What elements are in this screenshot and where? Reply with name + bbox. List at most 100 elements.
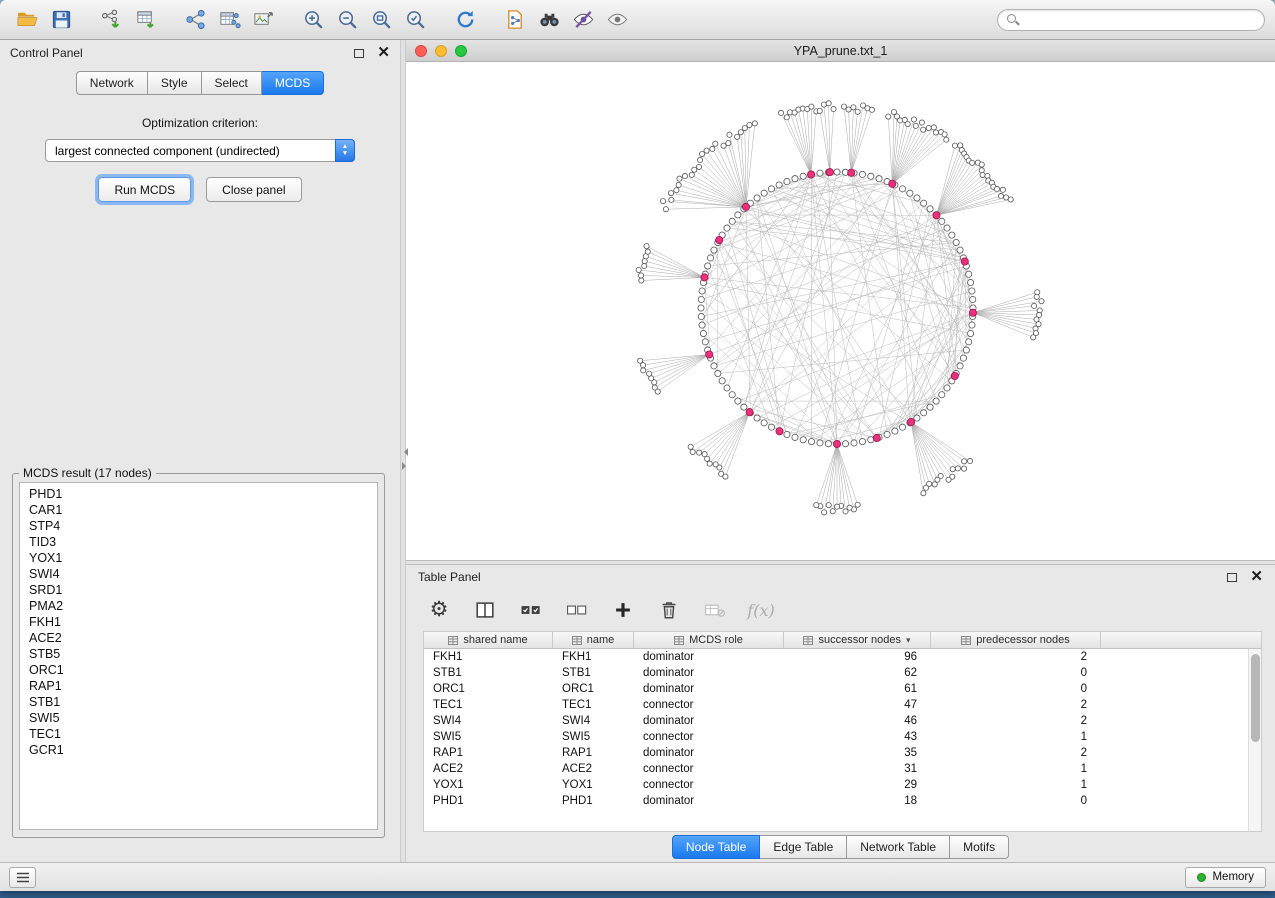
table-row[interactable]: SWI5SWI5connector431 bbox=[424, 729, 1261, 745]
float-panel-icon[interactable] bbox=[354, 49, 364, 58]
criterion-value: largest connected component (undirected) bbox=[55, 144, 280, 158]
save-icon bbox=[50, 8, 73, 31]
tab-network[interactable]: Network bbox=[76, 71, 148, 95]
table-panel: Table Panel ✕ ⚙ bbox=[406, 565, 1275, 862]
zoom-out-button[interactable] bbox=[330, 5, 364, 35]
dropdown-stepper-icon[interactable]: ▲▼ bbox=[335, 139, 355, 162]
table-network-icon bbox=[218, 8, 241, 31]
import-network-button[interactable] bbox=[94, 5, 128, 35]
column-header-predecessor-nodes[interactable]: predecessor nodes bbox=[931, 632, 1101, 649]
mcds-result-list[interactable]: PHD1CAR1STP4TID3YOX1SWI4SRD1PMA2FKH1ACE2… bbox=[19, 482, 378, 830]
search-box bbox=[997, 9, 1265, 31]
list-item[interactable]: SWI5 bbox=[20, 710, 377, 726]
column-header-name[interactable]: name bbox=[553, 632, 634, 649]
list-item[interactable]: GCR1 bbox=[20, 742, 377, 758]
list-item[interactable]: TID3 bbox=[20, 534, 377, 550]
table-row[interactable]: SWI4SWI4dominator462 bbox=[424, 713, 1261, 729]
share-nodes-icon bbox=[184, 8, 207, 31]
list-item[interactable]: PMA2 bbox=[20, 598, 377, 614]
column-header-mcds-role[interactable]: MCDS role bbox=[634, 632, 784, 649]
show-columns-button[interactable] bbox=[472, 597, 498, 623]
mcds-result-title: MCDS result (17 nodes) bbox=[19, 466, 156, 480]
binoculars-icon bbox=[538, 8, 561, 31]
refresh-layout-button[interactable] bbox=[448, 5, 482, 35]
add-column-button[interactable] bbox=[610, 597, 636, 623]
criterion-dropdown[interactable]: largest connected component (undirected)… bbox=[45, 139, 355, 162]
import-table-icon bbox=[134, 8, 157, 31]
sort-desc-icon[interactable]: ▾ bbox=[906, 635, 911, 646]
fx-icon: f(x) bbox=[747, 601, 774, 620]
network-from-table-button[interactable] bbox=[212, 5, 246, 35]
control-panel-header: Control Panel ✕ bbox=[0, 40, 400, 66]
tab-edge-table[interactable]: Edge Table bbox=[760, 835, 847, 859]
zoom-in-button[interactable] bbox=[296, 5, 330, 35]
network-canvas[interactable] bbox=[406, 62, 1275, 560]
list-item[interactable]: PHD1 bbox=[20, 486, 377, 502]
tab-network-table[interactable]: Network Table bbox=[847, 835, 950, 859]
float-table-panel-icon[interactable] bbox=[1227, 573, 1237, 582]
close-panel-button[interactable]: Close panel bbox=[206, 177, 301, 202]
list-item[interactable]: STB1 bbox=[20, 694, 377, 710]
zoom-fit-icon bbox=[370, 8, 393, 31]
network-window-titlebar[interactable]: YPA_prune.txt_1 bbox=[406, 40, 1275, 62]
list-item[interactable]: SWI4 bbox=[20, 566, 377, 582]
zoom-fit-button[interactable] bbox=[364, 5, 398, 35]
control-panel-title: Control Panel bbox=[10, 46, 83, 60]
table-row[interactable]: PHD1PHD1dominator180 bbox=[424, 793, 1261, 809]
hide-selected-button[interactable] bbox=[566, 5, 600, 35]
vertical-splitter[interactable] bbox=[400, 40, 406, 862]
cytoscape-window: Control Panel ✕ Network Style Select MCD… bbox=[0, 0, 1275, 891]
list-item[interactable]: ACE2 bbox=[20, 630, 377, 646]
network-from-image-button[interactable] bbox=[246, 5, 280, 35]
optimization-criterion-label: Optimization criterion: bbox=[0, 116, 400, 130]
list-item[interactable]: STB5 bbox=[20, 646, 377, 662]
close-table-panel-icon[interactable]: ✕ bbox=[1250, 571, 1263, 583]
deselect-all-button[interactable] bbox=[564, 597, 590, 623]
tab-motifs[interactable]: Motifs bbox=[950, 835, 1009, 859]
table-row[interactable]: STB1STB1dominator620 bbox=[424, 665, 1261, 681]
tab-mcds[interactable]: MCDS bbox=[262, 71, 324, 95]
list-item[interactable]: CAR1 bbox=[20, 502, 377, 518]
tab-node-table[interactable]: Node Table bbox=[672, 835, 761, 859]
list-item[interactable]: SRD1 bbox=[20, 582, 377, 598]
table-row[interactable]: RAP1RAP1dominator352 bbox=[424, 745, 1261, 761]
column-header-shared-name[interactable]: shared name bbox=[424, 632, 553, 649]
table-scrollbar[interactable] bbox=[1248, 649, 1261, 831]
delete-column-button[interactable] bbox=[656, 597, 682, 623]
run-mcds-button[interactable]: Run MCDS bbox=[98, 177, 191, 202]
first-neighbors-button[interactable] bbox=[532, 5, 566, 35]
table-row[interactable]: ACE2ACE2connector311 bbox=[424, 761, 1261, 777]
table-row[interactable]: YOX1YOX1connector291 bbox=[424, 777, 1261, 793]
import-table-button[interactable] bbox=[128, 5, 162, 35]
tab-select[interactable]: Select bbox=[202, 71, 262, 95]
table-row[interactable]: ORC1ORC1dominator610 bbox=[424, 681, 1261, 697]
new-network-button[interactable] bbox=[178, 5, 212, 35]
function-builder-button[interactable]: f(x) bbox=[748, 597, 774, 623]
show-all-button[interactable] bbox=[600, 5, 634, 35]
table-settings-button[interactable]: ⚙ bbox=[426, 597, 452, 623]
list-item[interactable]: ORC1 bbox=[20, 662, 377, 678]
columns-icon bbox=[474, 599, 496, 621]
import-network-icon bbox=[100, 8, 123, 31]
list-item[interactable]: STP4 bbox=[20, 518, 377, 534]
memory-button[interactable]: Memory bbox=[1185, 867, 1266, 888]
list-item[interactable]: RAP1 bbox=[20, 678, 377, 694]
zoom-selected-button[interactable] bbox=[398, 5, 432, 35]
list-item[interactable]: YOX1 bbox=[20, 550, 377, 566]
save-button[interactable] bbox=[44, 5, 78, 35]
column-header-successor-nodes[interactable]: successor nodes ▾ bbox=[784, 632, 931, 649]
table-row[interactable]: TEC1TEC1connector472 bbox=[424, 697, 1261, 713]
list-item[interactable]: TEC1 bbox=[20, 726, 377, 742]
table-scrollbar-thumb[interactable] bbox=[1251, 654, 1260, 742]
select-all-button[interactable] bbox=[518, 597, 544, 623]
column-header-filler bbox=[1101, 632, 1261, 649]
table-row[interactable]: FKH1FKH1dominator962 bbox=[424, 649, 1261, 665]
close-control-panel-icon[interactable]: ✕ bbox=[377, 47, 390, 59]
tab-style[interactable]: Style bbox=[148, 71, 202, 95]
list-item[interactable]: FKH1 bbox=[20, 614, 377, 630]
search-input[interactable] bbox=[1025, 13, 1255, 27]
export-network-button[interactable] bbox=[498, 5, 532, 35]
task-history-button[interactable] bbox=[9, 867, 36, 888]
table-mode-button[interactable] bbox=[702, 597, 728, 623]
open-button[interactable] bbox=[10, 5, 44, 35]
